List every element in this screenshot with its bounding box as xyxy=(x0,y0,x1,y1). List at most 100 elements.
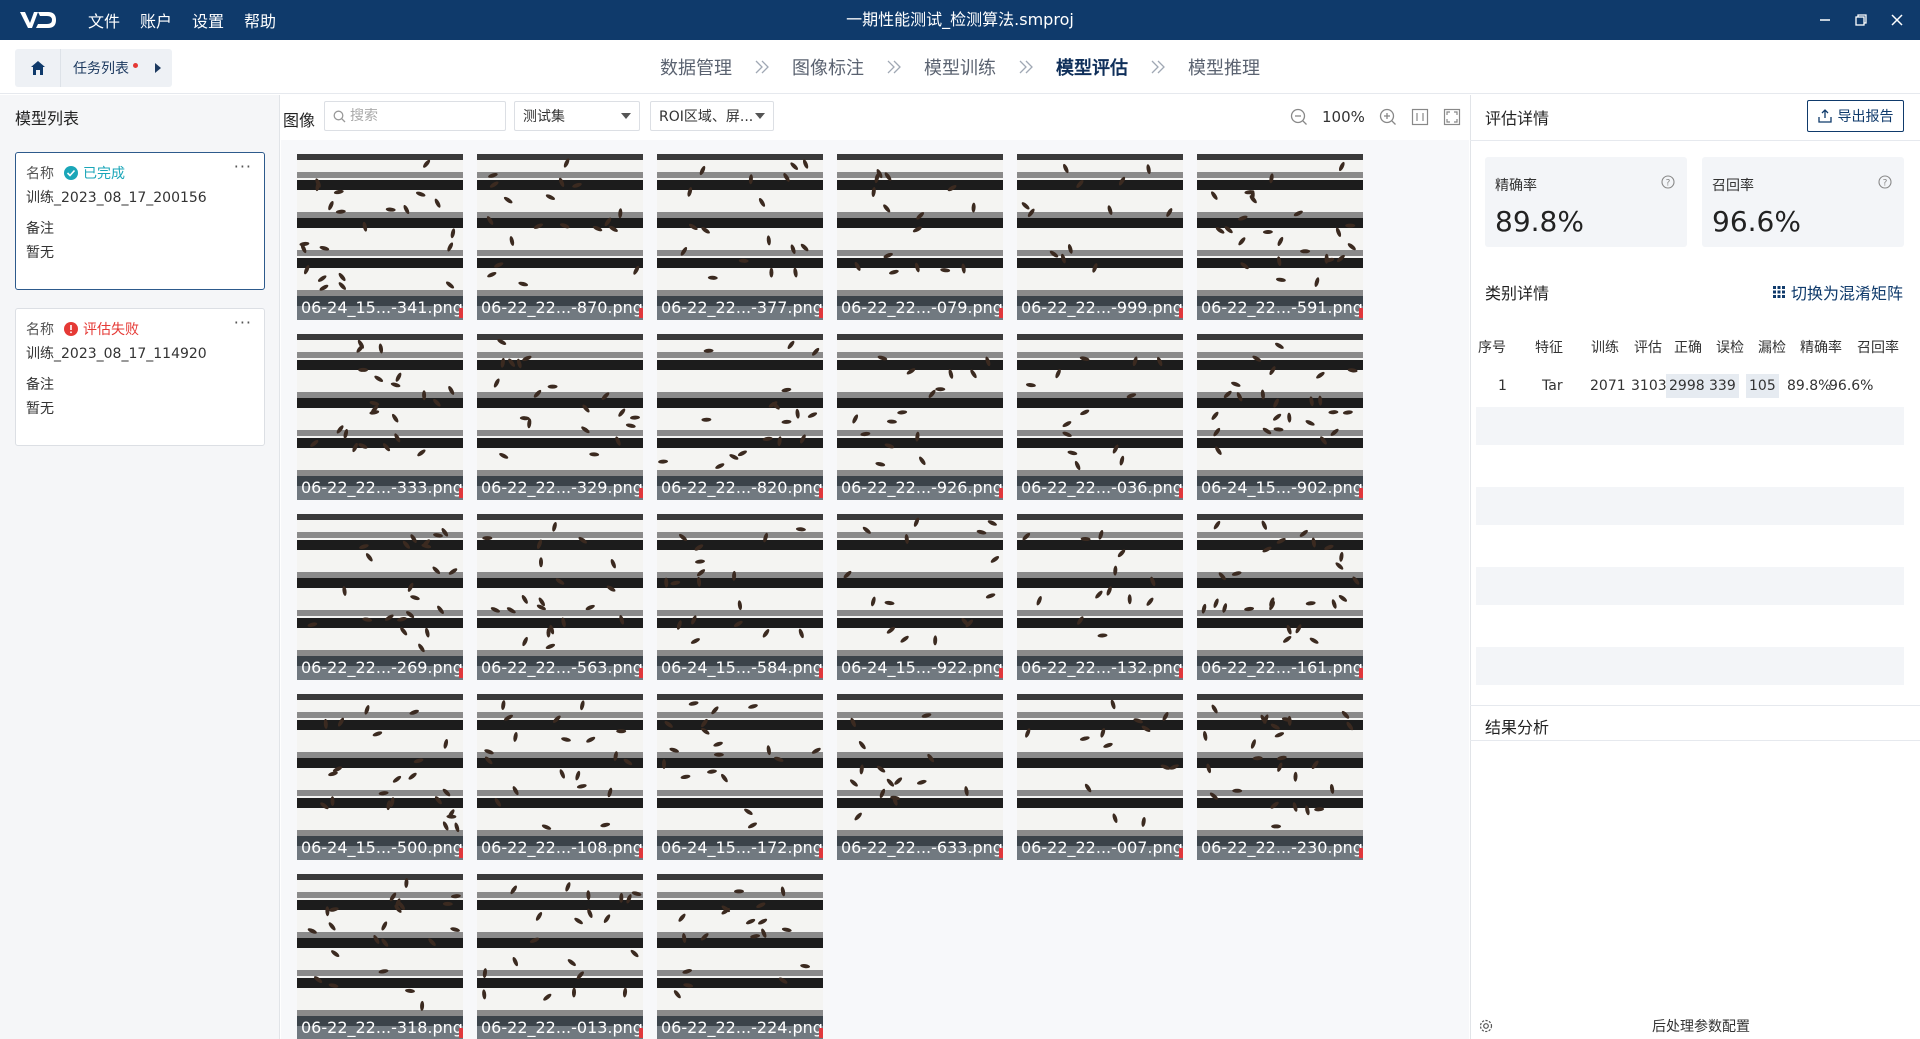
image-thumbnail[interactable]: 06-24_15...-341.png xyxy=(297,154,463,320)
menu-help[interactable]: 帮助 xyxy=(244,8,276,32)
switch-label: 切换为混淆矩阵 xyxy=(1791,284,1904,303)
defect-marker xyxy=(639,848,643,858)
zoom-out-icon[interactable] xyxy=(1290,108,1308,126)
close-icon[interactable] xyxy=(1890,13,1904,27)
col-false-pos: 误检 xyxy=(1716,340,1744,356)
thumbnail-caption: 06-22_22...-132.png xyxy=(1017,656,1183,680)
fullscreen-icon[interactable] xyxy=(1443,108,1461,126)
status-text: 已完成 xyxy=(83,166,125,182)
image-thumbnail[interactable]: 06-22_22...-820.png xyxy=(657,334,823,500)
image-thumbnail[interactable]: 06-22_22...-269.png xyxy=(297,514,463,680)
help-icon[interactable]: ? xyxy=(1661,175,1675,189)
image-thumbnail[interactable]: 06-22_22...-161.png xyxy=(1197,514,1363,680)
image-thumbnail[interactable]: 06-24_15...-902.png xyxy=(1197,334,1363,500)
model-card[interactable]: 名称 已完成 ··· 训练_2023_08_17_200156 备注 暂无 xyxy=(15,152,265,290)
cell-feature: Tar xyxy=(1542,378,1563,394)
defect-marker xyxy=(459,308,463,318)
step-model-training[interactable]: 模型训练 xyxy=(924,54,996,80)
roi-select[interactable]: ROI区域、屏... xyxy=(650,101,774,131)
cell-missed[interactable]: 105 xyxy=(1746,374,1779,398)
chevron-right-icon xyxy=(732,60,792,74)
more-icon[interactable]: ··· xyxy=(234,157,252,176)
image-thumbnail[interactable]: 06-22_22...-591.png xyxy=(1197,154,1363,320)
image-thumbnail[interactable]: 06-24_15...-922.png xyxy=(837,514,1003,680)
step-model-inference[interactable]: 模型推理 xyxy=(1188,54,1260,80)
cell-correct[interactable]: 2998 xyxy=(1666,374,1708,398)
thumbnail-caption: 06-22_22...-329.png xyxy=(477,476,643,500)
image-thumbnail[interactable]: 06-22_22...-633.png xyxy=(837,694,1003,860)
note-key: 备注 xyxy=(26,377,54,393)
thumbnail-caption: 06-22_22...-161.png xyxy=(1197,656,1363,680)
export-report-button[interactable]: 导出报告 xyxy=(1807,100,1904,132)
step-image-annotation[interactable]: 图像标注 xyxy=(792,54,864,80)
thumbnail-caption: 06-22_22...-108.png xyxy=(477,836,643,860)
zoom-in-icon[interactable] xyxy=(1379,108,1397,126)
defect-marker xyxy=(819,1028,823,1038)
recall-label: 召回率 xyxy=(1712,178,1754,194)
restore-icon[interactable] xyxy=(1854,13,1868,27)
image-thumbnail[interactable]: 06-22_22...-007.png xyxy=(1017,694,1183,860)
status-badge: 评估失败 xyxy=(64,319,139,339)
thumbnail-caption: 06-22_22...-007.png xyxy=(1017,836,1183,860)
switch-confusion-matrix-link[interactable]: 切换为混淆矩阵 xyxy=(1773,280,1903,304)
thumbnail-caption: 06-22_22...-333.png xyxy=(297,476,463,500)
image-thumbnail[interactable]: 06-22_22...-132.png xyxy=(1017,514,1183,680)
defect-marker xyxy=(1179,308,1183,318)
defect-marker xyxy=(999,488,1003,498)
image-thumbnail[interactable]: 06-22_22...-108.png xyxy=(477,694,643,860)
image-thumbnail[interactable]: 06-22_22...-870.png xyxy=(477,154,643,320)
export-report-label: 导出报告 xyxy=(1837,109,1894,125)
dataset-select[interactable]: 测试集 xyxy=(514,101,640,131)
image-thumbnail[interactable]: 06-22_22...-036.png xyxy=(1017,334,1183,500)
step-data-management[interactable]: 数据管理 xyxy=(660,54,732,80)
more-icon[interactable]: ··· xyxy=(234,313,252,332)
grid-icon xyxy=(1773,286,1785,298)
postprocess-bar[interactable]: 后处理参数配置 xyxy=(1470,1013,1920,1039)
image-thumbnail[interactable]: 06-22_22...-013.png xyxy=(477,874,643,1039)
svg-text:?: ? xyxy=(1666,179,1671,189)
search-input[interactable] xyxy=(350,108,490,124)
defect-marker xyxy=(819,848,823,858)
image-thumbnail[interactable]: 06-22_22...-333.png xyxy=(297,334,463,500)
model-card[interactable]: 名称 评估失败 ··· 训练_2023_08_17_114920 备注 暂无 xyxy=(15,308,265,446)
image-thumbnail[interactable]: 06-22_22...-224.png xyxy=(657,874,823,1039)
image-thumbnail[interactable]: 06-24_15...-584.png xyxy=(657,514,823,680)
gear-icon[interactable] xyxy=(1478,1018,1494,1034)
image-thumbnail[interactable]: 06-22_22...-230.png xyxy=(1197,694,1363,860)
thumbnail-caption: 06-22_22...-013.png xyxy=(477,1016,643,1039)
defect-marker xyxy=(999,668,1003,678)
table-row[interactable]: 1 Tar 2071 3103 2998 339 105 89.8% 96.6% xyxy=(1476,372,1916,402)
table-row-empty xyxy=(1476,487,1904,525)
thumbnail-caption: 06-22_22...-870.png xyxy=(477,296,643,320)
col-feature: 特征 xyxy=(1535,340,1563,356)
image-thumbnail[interactable]: 06-24_15...-500.png xyxy=(297,694,463,860)
title-bar: 文件 账户 设置 帮助 一期性能测试_检测算法.smproj xyxy=(0,0,1920,40)
image-thumbnail[interactable]: 06-22_22...-079.png xyxy=(837,154,1003,320)
menu-account[interactable]: 账户 xyxy=(140,8,172,32)
search-box[interactable] xyxy=(324,101,506,131)
check-circle-icon xyxy=(64,166,78,180)
step-model-evaluation[interactable]: 模型评估 xyxy=(1056,54,1128,80)
image-thumbnail[interactable]: 06-22_22...-563.png xyxy=(477,514,643,680)
fit-width-icon[interactable] xyxy=(1411,108,1429,126)
thumbnail-caption: 06-22_22...-224.png xyxy=(657,1016,823,1039)
col-precision: 精确率 xyxy=(1800,340,1842,356)
image-thumbnail[interactable]: 06-22_22...-318.png xyxy=(297,874,463,1039)
defect-marker xyxy=(639,1028,643,1038)
thumbnail-caption: 06-24_15...-584.png xyxy=(657,656,823,680)
note-value: 暂无 xyxy=(26,245,54,261)
image-thumbnail[interactable]: 06-22_22...-999.png xyxy=(1017,154,1183,320)
image-thumbnail[interactable]: 06-22_22...-377.png xyxy=(657,154,823,320)
help-icon[interactable]: ? xyxy=(1878,175,1892,189)
menu-file[interactable]: 文件 xyxy=(88,8,120,32)
image-thumbnail[interactable]: 06-24_15...-172.png xyxy=(657,694,823,860)
image-thumbnail[interactable]: 06-22_22...-329.png xyxy=(477,334,643,500)
thumbnail-image xyxy=(657,874,823,1039)
thumbnail-caption: 06-24_15...-500.png xyxy=(297,836,463,860)
menu-settings[interactable]: 设置 xyxy=(192,8,224,32)
defect-marker xyxy=(1359,668,1363,678)
image-thumbnail[interactable]: 06-22_22...-926.png xyxy=(837,334,1003,500)
minimize-icon[interactable] xyxy=(1818,13,1832,27)
cell-recall: 96.6% xyxy=(1829,378,1874,394)
cell-false-pos[interactable]: 339 xyxy=(1706,374,1739,398)
